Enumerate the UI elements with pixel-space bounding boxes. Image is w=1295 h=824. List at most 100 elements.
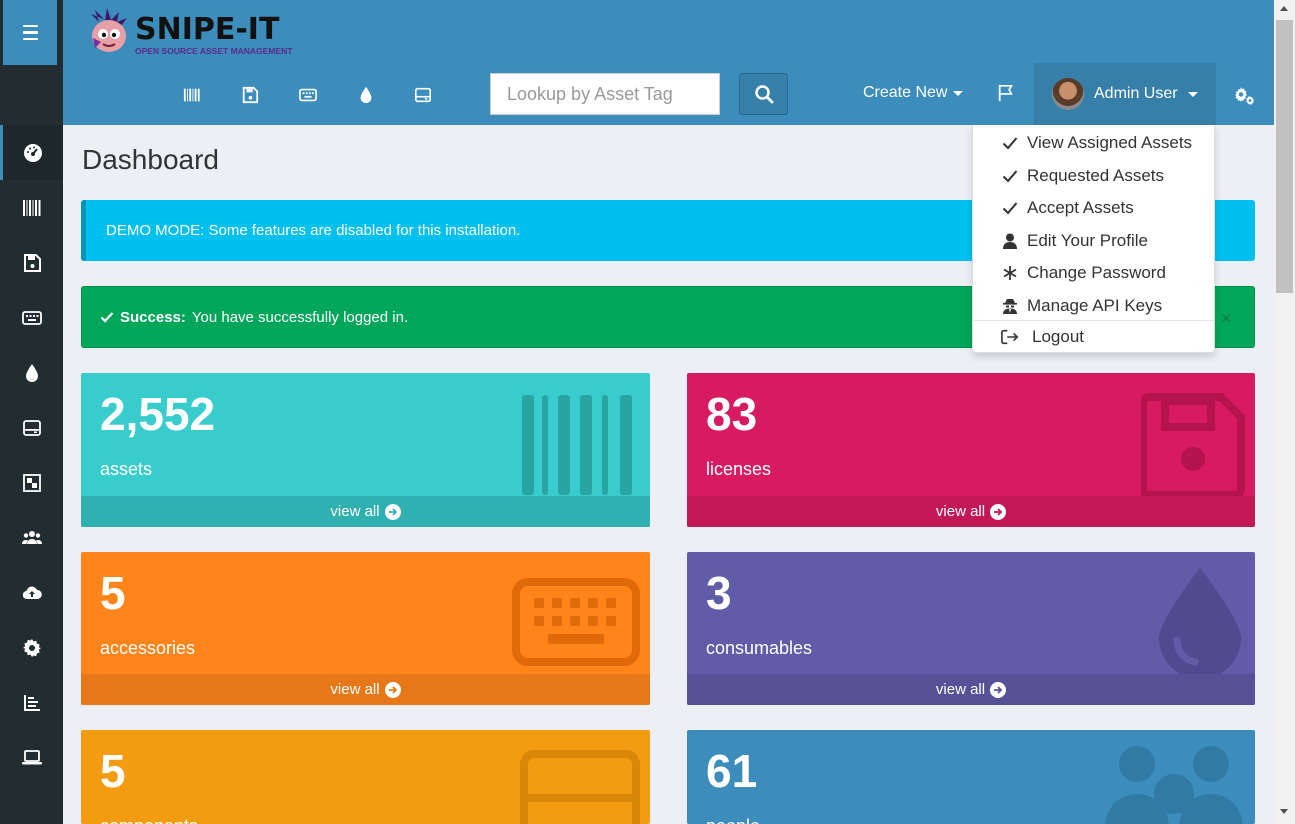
keyboard-icon [512,578,640,666]
menu-item-label: Logout [1032,327,1084,346]
alerts-button[interactable] [997,84,1015,107]
settings-icon [22,638,41,657]
tile-label: consumables [706,638,813,658]
logo[interactable]: SNIPE-IT OPEN SOURCE ASSET MANAGEMENT [85,6,305,58]
check-icon [100,312,114,323]
asset-tag-search-input[interactable] [490,73,720,115]
save-icon [1141,393,1245,497]
top-navbar: SNIPE-IT OPEN SOURCE ASSET MANAGEMENT Cr… [63,0,1274,125]
sidebar-item-kits[interactable] [0,455,63,510]
sidebar-item-people[interactable] [0,510,63,565]
licenses-tile: 83 licenses view all [687,373,1255,527]
reports-icon [23,694,40,711]
page-title: Dashboard [82,144,219,175]
sidebar-item-settings[interactable] [0,620,63,675]
assets-tile: 2,552 assets view all [81,373,650,527]
logo-subtitle: OPEN SOURCE ASSET MANAGEMENT [135,46,293,56]
scroll-down-arrow-icon[interactable] [1280,809,1288,814]
sidebar-toggle-button[interactable] [3,0,57,65]
sidebar-item-assets[interactable] [0,180,63,235]
success-label: Success: [120,308,186,326]
admin-settings-button[interactable] [1233,84,1255,111]
flag-icon [998,84,1013,102]
nav-components-button[interactable] [408,80,438,110]
licenses-view-all-link[interactable]: view all [687,496,1255,527]
avatar [1052,78,1084,110]
search-button[interactable] [739,73,788,115]
tile-label: accessories [100,638,196,658]
check-icon [1001,201,1019,215]
menu-item-label: View Assigned Assets [1027,133,1193,152]
logo-title: SNIPE-IT [135,12,280,47]
menu-item-change-password[interactable]: Change Password [1001,263,1166,283]
nav-licenses-button[interactable] [235,80,265,110]
create-new-dropdown[interactable]: Create New [863,84,964,102]
sidebar-item-requestable[interactable] [0,730,63,785]
tile-count: 3 [706,567,732,619]
user-secret-icon [1001,298,1019,314]
menu-item-accept-assets[interactable]: Accept Assets [1001,198,1134,218]
view-all-label: view all [935,503,986,520]
menu-item-logout[interactable]: Logout [1001,327,1084,347]
check-icon [1001,169,1019,183]
sidebar-item-components[interactable] [0,400,63,455]
hdd-icon [414,87,432,103]
accessories-view-all-link[interactable]: view all [81,674,650,705]
create-new-label: Create New [863,84,948,101]
logo-mascot-icon [91,8,127,52]
sidebar-item-consumables[interactable] [0,345,63,400]
sidebar-item-licenses[interactable] [0,235,63,290]
arrow-circle-right-icon [990,681,1007,698]
users-icon [21,530,42,544]
page-scrollbar[interactable] [1274,0,1295,824]
menu-item-requested-assets[interactable]: Requested Assets [1001,166,1164,186]
close-icon[interactable]: × [1220,308,1232,331]
menu-item-edit-profile[interactable]: Edit Your Profile [1001,231,1148,251]
menu-divider [973,320,1214,321]
nav-assets-button[interactable] [177,80,207,110]
menu-item-label: Manage API Keys [1027,296,1163,315]
tile-label: people [706,816,760,824]
sidebar-item-reports[interactable] [0,675,63,730]
assets-view-all-link[interactable]: view all [81,496,650,527]
droplet-icon [360,86,372,104]
consumables-tile: 3 consumables view all [687,552,1255,705]
menu-item-view-assigned-assets[interactable]: View Assigned Assets [1001,133,1192,153]
barcode-icon [522,395,632,495]
sidebar-item-dashboard[interactable] [0,125,63,180]
menu-item-label: Edit Your Profile [1027,231,1148,250]
sign-out-icon [1001,329,1019,345]
hdd-icon [22,419,41,436]
tile-count: 5 [100,745,126,797]
success-text: You have successfully logged in. [191,308,409,326]
nav-consumables-button[interactable] [351,80,381,110]
user-menu-dropdown[interactable]: Admin User [1034,63,1216,125]
menu-item-manage-api-keys[interactable]: Manage API Keys [1001,296,1162,316]
sidebar [0,0,63,824]
scroll-thumb[interactable] [1276,20,1293,293]
tile-label: licenses [706,459,772,479]
tile-count: 5 [100,567,126,619]
scroll-up-arrow-icon[interactable] [1280,6,1288,11]
caret-down-icon [953,90,964,96]
accessories-tile: 5 accessories view all [81,552,650,705]
sidebar-item-import[interactable] [0,565,63,620]
consumables-view-all-link[interactable]: view all [687,674,1255,705]
save-icon [23,253,41,272]
user-name: Admin User [1094,85,1178,102]
cloud-upload-icon [22,586,42,599]
arrow-circle-right-icon [990,503,1007,520]
search-icon [754,85,773,104]
menu-item-label: Accept Assets [1027,198,1134,217]
sidebar-item-accessories[interactable] [0,290,63,345]
barcode-icon [183,88,200,102]
droplet-icon [1159,568,1241,678]
tile-count: 61 [706,745,758,797]
hdd-icon [520,750,640,824]
nav-accessories-button[interactable] [293,80,323,110]
dashboard-icon [24,143,42,162]
tile-label: assets [100,459,153,479]
demo-mode-text: DEMO MODE: Some features are disabled fo… [106,222,521,239]
user-icon [1001,233,1019,249]
save-icon [242,86,259,104]
